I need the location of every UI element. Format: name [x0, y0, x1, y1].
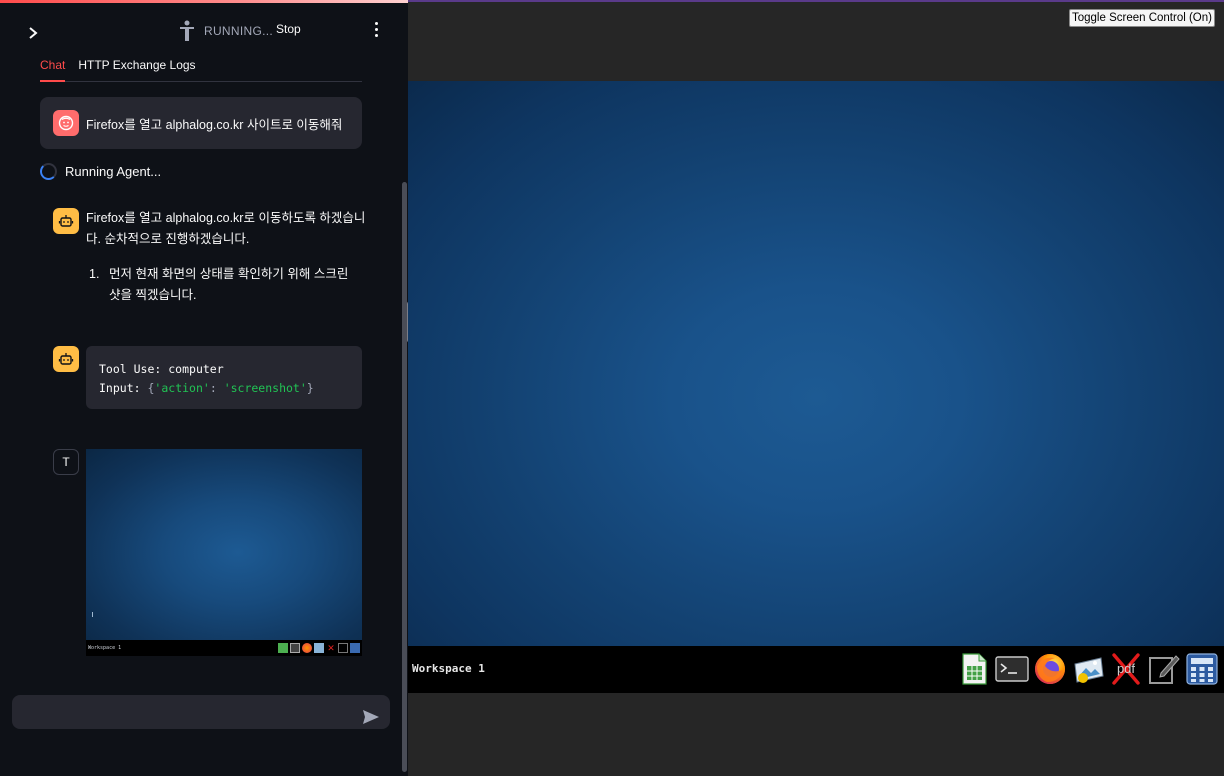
calculator-icon — [350, 643, 360, 653]
desktop-taskbar: Workspace 1 pdf — [408, 646, 1224, 693]
pdf-icon[interactable]: pdf — [1109, 652, 1143, 686]
more-options-icon[interactable] — [370, 22, 382, 40]
send-icon[interactable] — [362, 709, 380, 725]
list-item-text: 먼저 현재 화면의 상태를 확인하기 위해 스크린샷을 찍겠습니다. — [109, 267, 349, 302]
text-editor-icon[interactable] — [1147, 652, 1181, 686]
code-value-string: 'screenshot' — [223, 381, 307, 395]
bot-avatar-icon — [53, 346, 79, 372]
stop-button[interactable]: Stop — [276, 22, 301, 36]
user-message-text: Firefox를 열고 alphalog.co.kr 사이트로 이동해줘 — [86, 117, 343, 132]
running-agent-text: Running Agent... — [65, 164, 162, 179]
chat-input-box — [12, 695, 390, 729]
calculator-icon[interactable] — [1185, 652, 1219, 686]
code-tool-label: Tool Use: — [99, 362, 162, 376]
tab-bar: Chat HTTP Exchange Logs — [40, 57, 362, 82]
running-agent-indicator: Running Agent... — [40, 163, 161, 180]
chat-input[interactable] — [22, 695, 352, 729]
assistant-message-text: Firefox를 열고 alphalog.co.kr로 이동하도록 하겠습니다.… — [86, 211, 366, 246]
top-progress-stripe — [0, 0, 408, 3]
svg-text:pdf: pdf — [1117, 661, 1135, 676]
tool-result-avatar: T — [53, 449, 79, 475]
remote-screen-empty-area — [408, 693, 1224, 776]
spreadsheet-icon[interactable] — [957, 652, 991, 686]
running-status: RUNNING... — [178, 20, 273, 42]
user-avatar-icon — [53, 110, 79, 136]
top-accent-stripe — [408, 0, 1224, 2]
tab-http-exchange-logs[interactable]: HTTP Exchange Logs — [78, 57, 195, 82]
app-window: RUNNING... Stop Chat HTTP Exchange Logs … — [0, 0, 1224, 776]
firefox-icon[interactable] — [1033, 652, 1067, 686]
code-input-label: Input: — [99, 381, 141, 395]
toggle-screen-control-button[interactable]: Toggle Screen Control (On) — [1069, 9, 1215, 27]
remote-screen-panel: Toggle Screen Control (On) Workspace 1 p… — [408, 0, 1224, 776]
workspace-label[interactable]: Workspace 1 — [412, 662, 485, 675]
code-tool-value: computer — [168, 362, 224, 376]
code-key-string: 'action' — [154, 381, 210, 395]
remote-desktop[interactable] — [408, 81, 1224, 646]
cursor-icon — [92, 612, 96, 617]
pdf-icon: ✕ — [327, 643, 335, 653]
thumbnail-taskbar: Workspace 1 ✕ — [86, 640, 362, 656]
terminal-icon[interactable] — [995, 652, 1029, 686]
list-number: 1. — [89, 267, 100, 281]
user-message: Firefox를 열고 alphalog.co.kr 사이트로 이동해줘 — [40, 97, 362, 149]
thumbnail-tray: ✕ — [278, 643, 360, 653]
spinner-icon — [40, 163, 57, 180]
assistant-list-item: 1. 먼저 현재 화면의 상태를 확인하기 위해 스크린샷을 찍겠습니다. — [89, 264, 359, 306]
tool-use-code-block: Tool Use: computer Input: {'action': 'sc… — [86, 346, 362, 409]
sidebar-scrollbar[interactable] — [402, 182, 407, 772]
running-person-icon — [180, 20, 194, 41]
taskbar-tray: pdf — [957, 652, 1219, 686]
code-colon: : — [209, 381, 217, 395]
text-editor-icon — [338, 643, 348, 653]
chat-sidebar: RUNNING... Stop Chat HTTP Exchange Logs … — [0, 0, 408, 776]
status-text: RUNNING... — [204, 24, 273, 38]
firefox-icon — [302, 643, 312, 653]
terminal-icon — [290, 643, 300, 653]
thumbnail-workspace-label: Workspace 1 — [88, 645, 122, 651]
spreadsheet-icon — [278, 643, 288, 653]
image-viewer-icon[interactable] — [1071, 652, 1105, 686]
bot-avatar-icon — [53, 208, 79, 234]
tab-chat[interactable]: Chat — [40, 57, 66, 82]
expand-sidebar-chevron-icon[interactable] — [26, 25, 42, 41]
code-brace-close: } — [306, 381, 314, 395]
screenshot-thumbnail[interactable]: Workspace 1 ✕ — [86, 449, 362, 656]
image-viewer-icon — [314, 643, 324, 653]
